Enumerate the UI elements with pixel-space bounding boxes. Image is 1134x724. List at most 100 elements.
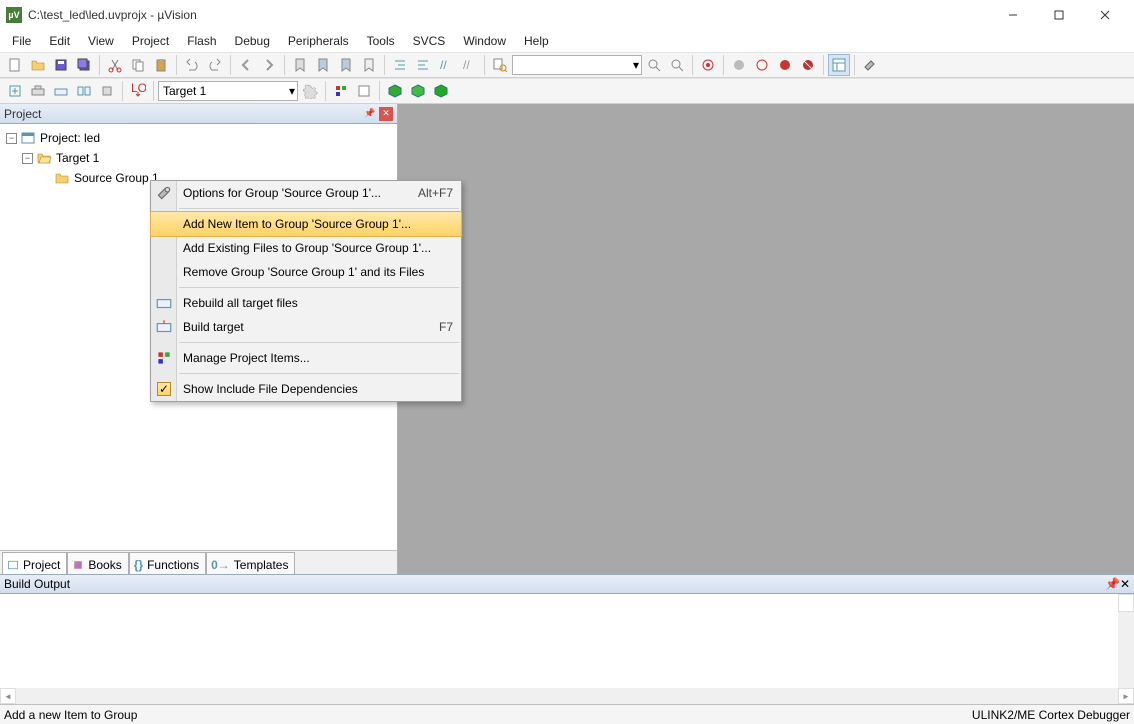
bookmark-prev-icon[interactable] (312, 54, 334, 76)
find-combo[interactable]: ▾ (512, 55, 642, 75)
pack-select-icon[interactable] (407, 80, 429, 102)
ctx-options-for-group[interactable]: Options for Group 'Source Group 1'... Al… (151, 181, 461, 205)
copy-icon[interactable] (127, 54, 149, 76)
download-icon[interactable]: LOAD (127, 80, 149, 102)
ctx-item-label: Remove Group 'Source Group 1' and its Fi… (183, 265, 424, 279)
window-layout-icon[interactable] (828, 54, 850, 76)
ctx-manage-project-items[interactable]: Manage Project Items... (151, 346, 461, 370)
expander-icon[interactable]: − (22, 153, 33, 164)
ctx-rebuild-all[interactable]: Rebuild all target files (151, 291, 461, 315)
manage-rte-icon[interactable] (353, 80, 375, 102)
title-bar: µV C:\test_led\led.uvprojx - µVision (0, 0, 1134, 30)
nav-forward-icon[interactable] (258, 54, 280, 76)
tab-project[interactable]: Project (2, 552, 67, 574)
open-file-icon[interactable] (27, 54, 49, 76)
undo-icon[interactable] (181, 54, 203, 76)
menu-edit[interactable]: Edit (41, 32, 78, 50)
svg-text://: // (463, 58, 470, 72)
save-all-icon[interactable] (73, 54, 95, 76)
panel-close-icon[interactable]: ✕ (1120, 577, 1130, 591)
vertical-scrollbar[interactable] (1118, 594, 1134, 688)
tree-group-label: Source Group 1 (74, 171, 159, 185)
find-icon[interactable] (643, 54, 665, 76)
chevron-down-icon: ▾ (289, 84, 295, 98)
batch-build-icon[interactable] (73, 80, 95, 102)
context-menu: Options for Group 'Source Group 1'... Al… (150, 180, 462, 402)
cut-icon[interactable] (104, 54, 126, 76)
indent-out-icon[interactable] (389, 54, 411, 76)
ctx-item-label: Rebuild all target files (183, 296, 298, 310)
new-file-icon[interactable] (4, 54, 26, 76)
manage-icon (155, 349, 173, 367)
configure-icon[interactable] (859, 54, 881, 76)
ctx-build-target[interactable]: Build target F7 (151, 315, 461, 339)
nav-back-icon[interactable] (235, 54, 257, 76)
breakpoint-insert-icon[interactable] (728, 54, 750, 76)
panel-close-icon[interactable]: ✕ (379, 107, 393, 121)
rebuild-icon[interactable] (50, 80, 72, 102)
stop-build-icon[interactable] (96, 80, 118, 102)
manage-project-icon[interactable] (330, 80, 352, 102)
project-icon (20, 130, 36, 146)
ctx-item-label: Add Existing Files to Group 'Source Grou… (183, 241, 431, 255)
shortcut-label: Alt+F7 (418, 186, 453, 200)
rebuild-icon (155, 294, 173, 312)
build-output-title: Build Output (4, 577, 1105, 591)
bookmark-toggle-icon[interactable] (289, 54, 311, 76)
pin-icon[interactable]: 📌 (1105, 577, 1120, 591)
build-output-body[interactable]: ◄ ► (0, 594, 1134, 704)
indent-in-icon[interactable] (412, 54, 434, 76)
save-icon[interactable] (50, 54, 72, 76)
tab-books[interactable]: Books (67, 552, 128, 574)
tree-root-label: Project: led (40, 131, 100, 145)
menu-help[interactable]: Help (516, 32, 557, 50)
build-icon[interactable] (27, 80, 49, 102)
ctx-item-label: Show Include File Dependencies (183, 382, 358, 396)
scroll-left-icon[interactable]: ◄ (0, 688, 16, 704)
menu-project[interactable]: Project (124, 32, 177, 50)
menu-window[interactable]: Window (455, 32, 514, 50)
breakpoint-kill-icon[interactable] (797, 54, 819, 76)
expander-icon[interactable]: − (6, 133, 17, 144)
paste-icon[interactable] (150, 54, 172, 76)
menu-debug[interactable]: Debug (227, 32, 278, 50)
ctx-add-existing-files[interactable]: Add Existing Files to Group 'Source Grou… (151, 236, 461, 260)
pin-icon[interactable]: 📌 (363, 107, 377, 121)
target-options-icon[interactable] (299, 80, 321, 102)
bookmark-next-icon[interactable] (335, 54, 357, 76)
tree-project-root[interactable]: − Project: led (0, 128, 397, 148)
menu-view[interactable]: View (80, 32, 122, 50)
menu-svcs[interactable]: SVCS (405, 32, 454, 50)
ctx-remove-group[interactable]: Remove Group 'Source Group 1' and its Fi… (151, 260, 461, 284)
find-in-files-icon[interactable] (489, 54, 511, 76)
editor-area (398, 104, 1134, 574)
pack-installer-icon[interactable] (384, 80, 406, 102)
breakpoint-enable-icon[interactable] (751, 54, 773, 76)
debug-session-icon[interactable] (697, 54, 719, 76)
ctx-show-include-deps[interactable]: ✓ Show Include File Dependencies (151, 377, 461, 401)
translate-icon[interactable] (4, 80, 26, 102)
scroll-right-icon[interactable]: ► (1118, 688, 1134, 704)
project-panel-title: Project (4, 107, 361, 121)
target-combo[interactable]: Target 1 ▾ (158, 81, 298, 101)
horizontal-scrollbar[interactable]: ◄ ► (0, 688, 1134, 704)
redo-icon[interactable] (204, 54, 226, 76)
bookmark-clear-icon[interactable] (358, 54, 380, 76)
menu-flash[interactable]: Flash (179, 32, 224, 50)
menu-peripherals[interactable]: Peripherals (280, 32, 357, 50)
pack-icon[interactable] (430, 80, 452, 102)
tab-templates[interactable]: 0→Templates (206, 552, 295, 574)
tab-functions[interactable]: {}Functions (129, 552, 206, 574)
tree-target[interactable]: − Target 1 (0, 148, 397, 168)
minimize-button[interactable] (990, 0, 1036, 30)
menu-tools[interactable]: Tools (359, 32, 403, 50)
close-button[interactable] (1082, 0, 1128, 30)
ctx-add-new-item[interactable]: Add New Item to Group 'Source Group 1'..… (150, 211, 462, 237)
uncomment-icon[interactable]: // (458, 54, 480, 76)
menu-file[interactable]: File (4, 32, 39, 50)
incremental-find-icon[interactable] (666, 54, 688, 76)
maximize-button[interactable] (1036, 0, 1082, 30)
ctx-item-label: Build target (183, 320, 244, 334)
breakpoint-disable-icon[interactable] (774, 54, 796, 76)
comment-icon[interactable]: // (435, 54, 457, 76)
